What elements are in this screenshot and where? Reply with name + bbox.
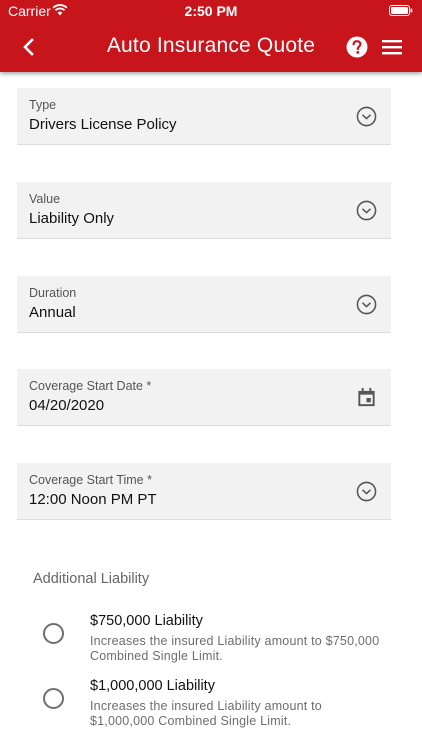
option-title: $1,000,000 Liability: [90, 678, 215, 694]
chevron-down-circle-icon: [356, 481, 377, 502]
coverage-start-date-field[interactable]: Coverage Start Date * 04/20/2020: [17, 369, 391, 426]
radio-button[interactable]: [43, 623, 64, 644]
calendar-icon[interactable]: [356, 387, 377, 408]
value-label: Value: [29, 192, 61, 206]
type-label: Type: [29, 98, 57, 112]
app-screen: Carrier 2:50 PM Auto Insurance Quote Typ…: [0, 0, 422, 750]
liability-750k-option[interactable]: $750,000 Liability Increases the insured…: [0, 613, 422, 673]
duration-value: Annual: [29, 304, 76, 321]
value-value: Liability Only: [29, 210, 115, 227]
type-select[interactable]: Type Drivers License Policy: [17, 88, 391, 145]
liability-1m-option[interactable]: $1,000,000 Liability Increases the insur…: [0, 678, 422, 738]
duration-label: Duration: [29, 286, 77, 300]
option-description: Increases the insured Liability amount t…: [90, 634, 380, 663]
type-value: Drivers License Policy: [29, 116, 177, 133]
help-icon[interactable]: [346, 36, 368, 58]
coverage-start-time-select[interactable]: Coverage Start Time * 12:00 Noon PM PT: [17, 463, 391, 520]
radio-button[interactable]: [43, 688, 64, 709]
additional-liability-heading: Additional Liability: [33, 571, 150, 587]
coverage-start-time-value: 12:00 Noon PM PT: [29, 491, 157, 508]
value-select[interactable]: Value Liability Only: [17, 182, 391, 239]
coverage-start-date-value: 04/20/2020: [29, 397, 105, 414]
duration-select[interactable]: Duration Annual: [17, 276, 391, 333]
hamburger-menu-icon[interactable]: [382, 38, 402, 56]
status-bar: Carrier 2:50 PM: [0, 0, 422, 22]
app-bar: Auto Insurance Quote: [0, 22, 422, 72]
battery-icon: [389, 5, 413, 16]
header: Carrier 2:50 PM Auto Insurance Quote: [0, 0, 422, 72]
status-time: 2:50 PM: [184, 3, 238, 19]
coverage-start-time-label: Coverage Start Time *: [29, 473, 152, 487]
chevron-down-circle-icon: [356, 106, 377, 127]
coverage-start-date-label: Coverage Start Date *: [29, 379, 152, 393]
chevron-down-circle-icon: [356, 200, 377, 221]
option-title: $750,000 Liability: [90, 613, 203, 629]
chevron-down-circle-icon: [356, 294, 377, 315]
option-description: Increases the insured Liability amount t…: [90, 699, 322, 728]
